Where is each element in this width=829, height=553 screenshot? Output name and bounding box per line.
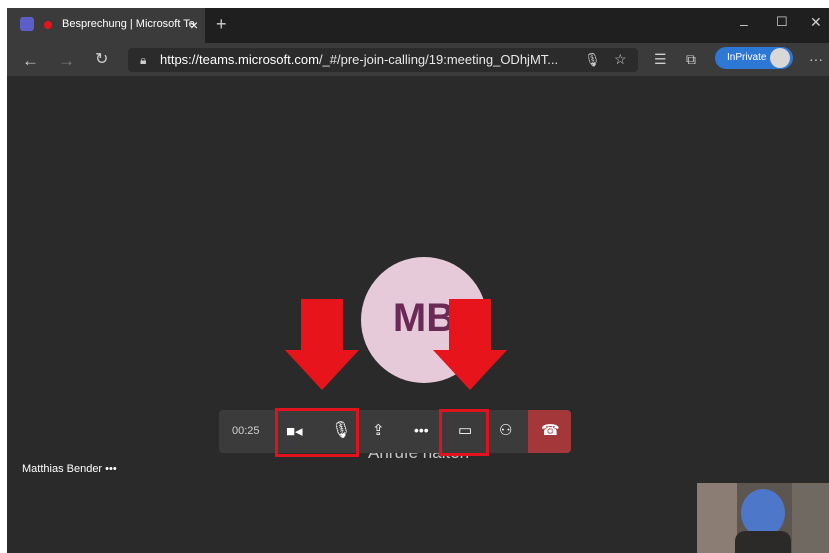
annotation-arrow-head-left bbox=[285, 350, 359, 390]
tab-title: Besprechung | Microsoft Te bbox=[62, 18, 195, 30]
url-path: /_#/pre-join-calling/19:meeting_ODhjMT..… bbox=[318, 52, 559, 67]
url-text: https://teams.microsoft.com/_#/pre-join-… bbox=[160, 52, 558, 67]
url-host: https://teams.microsoft.com bbox=[160, 52, 319, 67]
profile-avatar-icon[interactable] bbox=[770, 48, 790, 68]
participant-label: Matthias Bender ••• bbox=[22, 463, 117, 475]
share-screen-icon[interactable]: ⇪ bbox=[372, 423, 385, 438]
participant-name: Matthias Bender bbox=[22, 463, 103, 475]
minimize-icon[interactable]: – bbox=[740, 17, 748, 31]
microphone-permission-icon[interactable]: 🎙︎ bbox=[584, 53, 601, 66]
browser-menu-icon[interactable]: ··· bbox=[809, 52, 823, 66]
new-tab-icon[interactable]: + bbox=[216, 14, 227, 35]
more-actions-icon[interactable]: ••• bbox=[414, 423, 429, 437]
forward-icon[interactable]: → bbox=[58, 52, 75, 69]
call-toolbar bbox=[219, 410, 571, 453]
self-view-background-left bbox=[697, 483, 737, 553]
hang-up-icon: ☎ bbox=[541, 422, 560, 439]
self-view-background-right bbox=[792, 483, 829, 553]
tab-close-icon[interactable]: × bbox=[190, 17, 198, 33]
highlight-box-chat bbox=[439, 409, 489, 456]
lock-icon[interactable]: 🔒︎ bbox=[140, 54, 146, 66]
face-blur-circle bbox=[741, 489, 785, 537]
self-view-body bbox=[735, 531, 791, 553]
self-view-video[interactable] bbox=[697, 483, 829, 553]
favorite-star-icon[interactable]: ☆ bbox=[614, 52, 627, 66]
collections-icon[interactable]: ⧉ bbox=[686, 52, 696, 66]
annotation-arrow-head-right bbox=[433, 350, 507, 390]
participant-more-icon[interactable]: ••• bbox=[105, 463, 117, 475]
highlight-box-camera-mic bbox=[275, 408, 359, 457]
favorites-list-icon[interactable]: ☰ bbox=[654, 52, 667, 66]
window-close-icon[interactable]: ✕ bbox=[810, 15, 822, 29]
teams-favicon-icon bbox=[20, 17, 34, 31]
annotation-arrow-stem-left bbox=[301, 299, 343, 351]
back-icon[interactable]: ← bbox=[22, 52, 39, 69]
participants-icon[interactable]: ⚇ bbox=[499, 423, 512, 438]
call-timer: 00:25 bbox=[232, 425, 260, 437]
annotation-arrow-stem-right bbox=[449, 299, 491, 351]
refresh-icon[interactable]: ↻ bbox=[95, 52, 108, 68]
recording-dot-icon bbox=[44, 21, 52, 29]
maximize-icon[interactable]: ☐ bbox=[776, 15, 788, 28]
